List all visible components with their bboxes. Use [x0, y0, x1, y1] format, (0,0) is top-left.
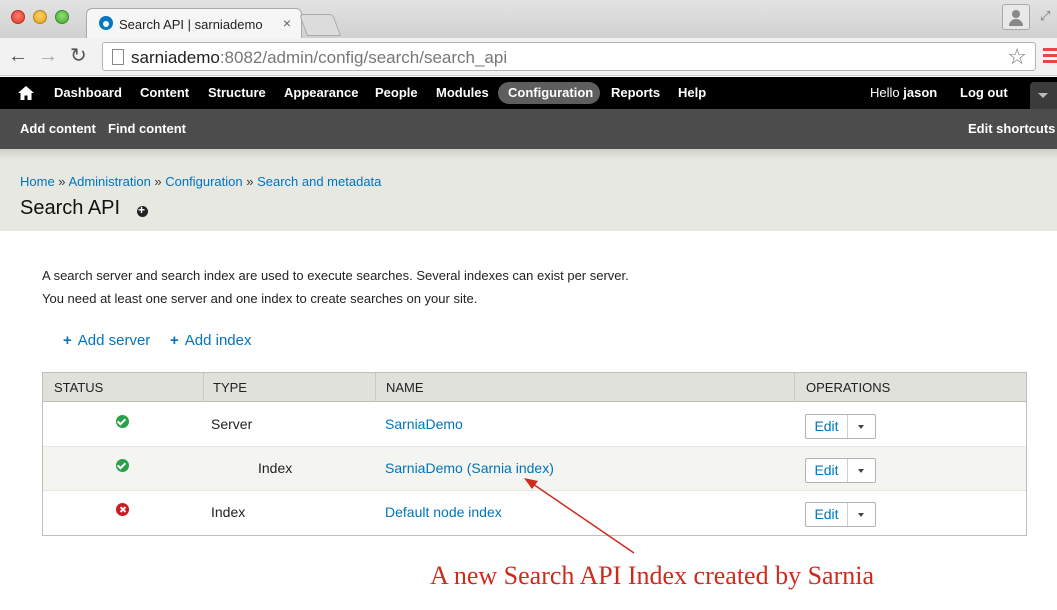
annotation-caption: A new Search API Index created by Sarnia: [430, 561, 875, 590]
annotation-arrow: [524, 478, 635, 554]
